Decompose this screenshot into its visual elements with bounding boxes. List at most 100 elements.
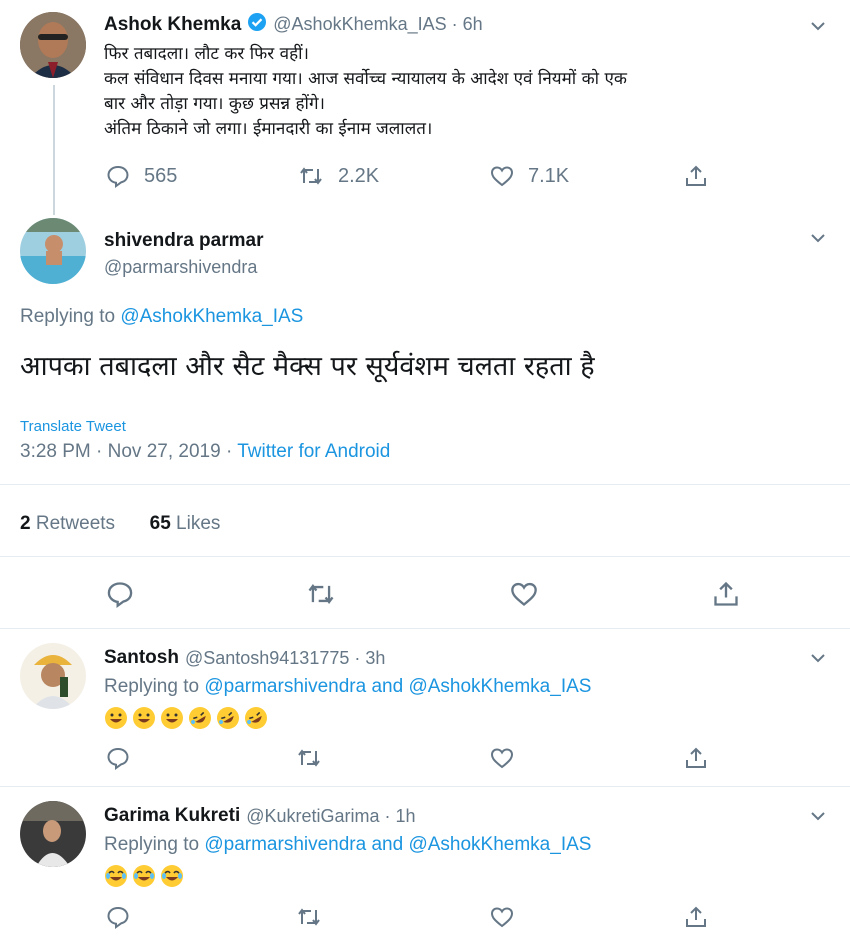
parent-share-button[interactable] <box>684 164 708 188</box>
avatar-santosh-image <box>20 643 86 709</box>
replying-to-label: Replying to <box>104 834 200 855</box>
reply1-retweet-button[interactable] <box>296 746 322 770</box>
share-icon <box>686 906 706 927</box>
parent-like-count: 7.1K <box>528 164 570 187</box>
parent-text-line: बार और तोड़ा गया। कुछ प्रसन्न होंगे। <box>104 94 325 114</box>
replying-to-label: Replying to <box>20 306 116 327</box>
parent-chevron-down-icon[interactable] <box>808 16 828 36</box>
parent-reply-count: 565 <box>144 164 178 187</box>
rofl-emoji-icon <box>188 706 212 730</box>
retweet-icon <box>298 908 320 926</box>
parent-author-name[interactable]: Ashok Khemka <box>104 14 241 36</box>
main-timestamp: 3:28 PM · Nov 27, 2019 · Twitter for And… <box>20 441 390 463</box>
reply1-chevron-down-icon[interactable] <box>808 648 828 668</box>
verified-icon <box>247 12 267 37</box>
main-like-button[interactable] <box>510 580 538 608</box>
divider <box>0 556 850 557</box>
heart-icon <box>511 582 537 606</box>
retweet-icon <box>300 167 322 185</box>
avatar-ashok-image <box>20 12 86 78</box>
timestamp-text[interactable]: 3:28 PM · Nov 27, 2019 · <box>20 441 237 462</box>
reply1-header: Santosh @Santosh94131775 · 3h <box>104 647 385 669</box>
retweet-icon <box>308 584 334 604</box>
divider <box>0 484 850 485</box>
retweets-count: 2 <box>20 513 31 534</box>
share-icon <box>686 165 706 186</box>
replying-to-link[interactable]: @AshokKhemka_IAS <box>120 306 303 327</box>
reply1-emojis <box>104 706 272 730</box>
main-retweet-button[interactable] <box>306 580 336 608</box>
rofl-emoji-icon <box>216 706 240 730</box>
parent-text-line: फिर तबादला। लौट कर फिर वहीं। <box>104 44 309 64</box>
translate-tweet-link[interactable]: Translate Tweet <box>20 418 126 435</box>
retweets-label: Retweets <box>35 513 116 534</box>
parent-reply-button[interactable]: 565 <box>106 164 177 188</box>
avatar-santosh[interactable] <box>20 643 86 709</box>
heart-icon <box>490 907 514 928</box>
reply2-author-name[interactable]: Garima Kukreti <box>104 805 240 827</box>
reply-icon <box>107 582 133 608</box>
reply1-author-name[interactable]: Santosh <box>104 647 179 669</box>
reply2-retweet-button[interactable] <box>296 905 322 929</box>
thread-line <box>53 85 55 215</box>
main-share-button[interactable] <box>712 580 740 608</box>
parent-author-handle[interactable]: @AshokKhemka_IAS · 6h <box>273 14 482 35</box>
likes-stat[interactable]: 65 Likes <box>150 513 221 534</box>
reply1-reply-button[interactable] <box>106 746 130 770</box>
rofl-emoji-icon <box>244 706 268 730</box>
avatar-shivendra-image <box>20 218 86 284</box>
reply-icon <box>107 165 129 188</box>
reply2-emojis <box>104 864 188 888</box>
tears-of-joy-emoji-icon <box>160 864 184 888</box>
reply1-share-button[interactable] <box>684 746 708 770</box>
parent-like-button[interactable]: 7.1K <box>490 164 569 188</box>
main-tweet-text: आपका तबादला और सैट मैक्स पर सूर्यवंशम चल… <box>20 351 595 382</box>
reply2-reply-button[interactable] <box>106 905 130 929</box>
heart-icon <box>490 748 514 769</box>
avatar-ashok[interactable] <box>20 12 86 78</box>
reply2-share-button[interactable] <box>684 905 708 929</box>
engagement-stats: 2 Retweets 65 Likes <box>20 513 220 535</box>
replying-to-links[interactable]: @parmarshivendra and @AshokKhemka_IAS <box>204 834 591 855</box>
replying-to-label: Replying to <box>104 676 200 697</box>
avatar-garima-image <box>20 801 86 867</box>
tears-of-joy-emoji-icon <box>132 864 156 888</box>
main-reply-button[interactable] <box>106 580 134 608</box>
retweets-stat[interactable]: 2 Retweets <box>20 513 115 534</box>
parent-retweet-count: 2.2K <box>338 164 380 187</box>
main-author-name[interactable]: shivendra parmar <box>104 230 263 252</box>
avatar-shivendra[interactable] <box>20 218 86 284</box>
share-icon <box>686 747 706 768</box>
retweet-icon <box>298 749 320 767</box>
parent-text-line: अंतिम ठिकाने जो लगा। ईमानदारी का ईनाम जल… <box>104 119 433 139</box>
avatar-garima[interactable] <box>20 801 86 867</box>
parent-tweet-header: Ashok Khemka @AshokKhemka_IAS · 6h <box>104 12 483 37</box>
reply2-like-button[interactable] <box>490 905 514 929</box>
reply-icon <box>107 906 129 929</box>
grinning-emoji-icon <box>160 706 184 730</box>
main-author-handle[interactable]: @parmarshivendra <box>104 257 257 278</box>
reply2-replying-to: Replying to @parmarshivendra and @AshokK… <box>104 834 591 856</box>
parent-retweet-button[interactable]: 2.2K <box>298 164 379 188</box>
main-chevron-down-icon[interactable] <box>808 228 828 248</box>
likes-count: 65 <box>149 513 171 534</box>
source-link[interactable]: Twitter for Android <box>237 441 390 462</box>
reply2-author-handle[interactable]: @KukretiGarima · 1h <box>246 806 415 827</box>
likes-label: Likes <box>176 513 221 534</box>
divider <box>0 786 850 787</box>
reply2-header: Garima Kukreti @KukretiGarima · 1h <box>104 805 416 827</box>
reply-icon <box>107 747 129 770</box>
heart-icon <box>490 166 514 187</box>
reply1-like-button[interactable] <box>490 746 514 770</box>
parent-tweet-text: फिर तबादला। लौट कर फिर वहीं। कल संविधान … <box>104 42 824 142</box>
grinning-emoji-icon <box>104 706 128 730</box>
divider <box>0 628 850 629</box>
parent-text-line: कल संविधान दिवस मनाया गया। आज सर्वोच्च न… <box>104 69 627 89</box>
share-icon <box>714 581 738 606</box>
reply1-replying-to: Replying to @parmarshivendra and @AshokK… <box>104 676 591 698</box>
grinning-emoji-icon <box>132 706 156 730</box>
reply2-chevron-down-icon[interactable] <box>808 806 828 826</box>
replying-to-links[interactable]: @parmarshivendra and @AshokKhemka_IAS <box>204 676 591 697</box>
reply1-author-handle[interactable]: @Santosh94131775 · 3h <box>185 648 385 669</box>
main-replying-to: Replying to @AshokKhemka_IAS <box>20 306 303 328</box>
